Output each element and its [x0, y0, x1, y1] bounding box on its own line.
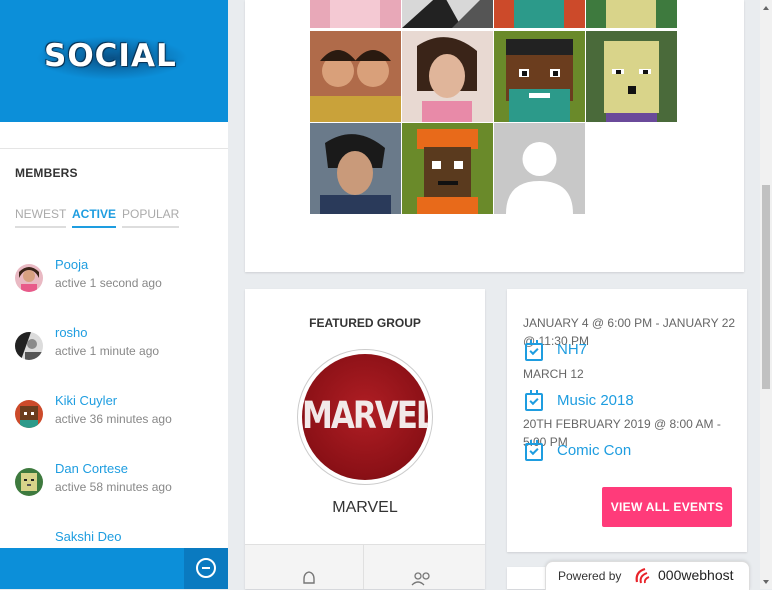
calendar-check-icon	[525, 390, 543, 411]
member-activity: active 36 minutes ago	[55, 412, 172, 426]
tab-active[interactable]: ACTIVE	[72, 207, 117, 228]
members-icon	[411, 572, 430, 586]
events-card: JANUARY 4 @ 6:00 PM - JANUARY 22 @ 11:30…	[507, 289, 747, 552]
member-name[interactable]: rosho	[55, 325, 88, 340]
member-photo[interactable]	[494, 0, 585, 28]
group-action-notify[interactable]	[245, 545, 363, 589]
logo-text: SOCIAL	[44, 38, 177, 74]
minus-circle-icon	[196, 558, 216, 578]
member-name[interactable]: Pooja	[55, 257, 88, 272]
member-photo[interactable]	[310, 0, 401, 28]
member-activity: active 1 minute ago	[55, 344, 160, 358]
powered-by-badge[interactable]: Powered by 000webhost	[545, 561, 750, 590]
avatar[interactable]	[15, 468, 43, 496]
member-photo[interactable]	[310, 123, 401, 214]
tab-popular[interactable]: POPULAR	[122, 207, 180, 228]
site-logo[interactable]: SOCIAL	[0, 0, 228, 122]
member-photo-placeholder[interactable]	[494, 123, 585, 214]
avatar[interactable]	[15, 400, 43, 428]
webhost-logo-icon	[635, 567, 650, 584]
scroll-up-arrow-icon[interactable]	[760, 2, 772, 14]
marvel-logo-text: MARVEL	[302, 394, 428, 438]
member-name[interactable]: Sakshi Deo	[55, 529, 121, 544]
scroll-down-arrow-icon[interactable]	[760, 576, 772, 588]
member-photo[interactable]	[586, 0, 677, 28]
event-title[interactable]: NH7	[557, 341, 587, 358]
scrollbar-thumb[interactable]	[762, 185, 770, 389]
group-action-members[interactable]	[364, 545, 485, 589]
avatar[interactable]	[15, 264, 43, 292]
featured-group-heading: FEATURED GROUP	[309, 316, 421, 330]
members-title: MEMBERS	[15, 166, 78, 180]
member-photo[interactable]	[402, 123, 493, 214]
view-all-events-button[interactable]: VIEW ALL EVENTS	[602, 487, 732, 527]
group-avatar[interactable]: MARVEL	[297, 349, 433, 485]
member-photo[interactable]	[310, 31, 401, 122]
member-photo[interactable]	[402, 31, 493, 122]
marvel-logo: MARVEL	[302, 354, 428, 480]
member-photo[interactable]	[494, 31, 585, 122]
member-photo[interactable]	[586, 31, 677, 122]
members-grid-card	[245, 0, 744, 272]
member-name[interactable]: Dan Cortese	[55, 461, 128, 476]
next-card-partial	[507, 567, 547, 589]
member-item: Kiki Cuyler active 36 minutes ago	[15, 393, 215, 433]
calendar-check-icon	[525, 440, 543, 461]
sidebar: SOCIAL MEMBERS NEWEST ACTIVE POPULAR Poo…	[0, 0, 228, 589]
tab-newest[interactable]: NEWEST	[15, 207, 67, 228]
member-activity: active 58 minutes ago	[55, 480, 172, 494]
bell-icon	[303, 571, 315, 584]
member-item: rosho active 1 minute ago	[15, 325, 215, 365]
member-item: Dan Cortese active 58 minutes ago	[15, 461, 215, 501]
avatar[interactable]	[15, 332, 43, 360]
calendar-check-icon	[525, 340, 543, 361]
group-name[interactable]: MARVEL	[245, 499, 485, 517]
member-activity: active 1 second ago	[55, 276, 162, 290]
member-item: Pooja active 1 second ago	[15, 257, 215, 297]
member-photo[interactable]	[402, 0, 493, 28]
webhost-brand: 000webhost	[658, 567, 734, 583]
event-title[interactable]: Music 2018	[557, 392, 634, 409]
sidebar-divider	[0, 148, 228, 149]
featured-group-card: FEATURED GROUP MARVEL MARVEL	[245, 289, 485, 589]
collapse-button[interactable]	[184, 548, 228, 589]
event-date: JANUARY 4 @ 6:00 PM - JANUARY 22 @ 11:30…	[523, 316, 736, 348]
event-title[interactable]: Comic Con	[557, 442, 631, 459]
powered-by-text: Powered by	[558, 569, 622, 583]
member-name[interactable]: Kiki Cuyler	[55, 393, 117, 408]
event-date: MARCH 12	[523, 367, 584, 381]
